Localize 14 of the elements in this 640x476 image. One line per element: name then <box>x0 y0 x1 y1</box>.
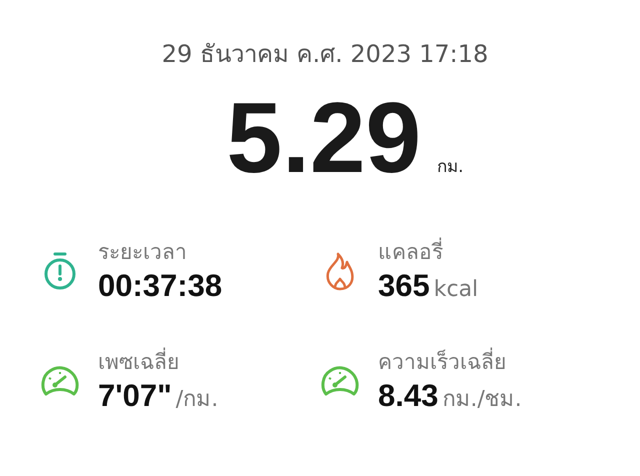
metric-unit: กม./ชม. <box>442 386 522 414</box>
metric-value: 7'07" <box>98 377 172 415</box>
metric-label: เพซเฉลี่ย <box>98 347 218 377</box>
metric-value: 8.43 <box>378 377 438 415</box>
workout-date: 29 ธันวาคม ค.ศ. 2023 17:18 <box>160 39 490 70</box>
metric-label: ความเร็วเฉลี่ย <box>378 347 522 377</box>
metric-label: แคลอรี่ <box>378 237 478 267</box>
metric-unit: /กม. <box>176 386 218 414</box>
distance-unit: กม. <box>437 156 464 179</box>
metric-unit: kcal <box>434 277 478 302</box>
metric-label: ระยะเวลา <box>98 239 188 266</box>
metric-value: 00:37:38 <box>98 267 222 305</box>
metric-value: 365 <box>378 267 430 305</box>
distance-value: 5.29 <box>226 83 422 193</box>
